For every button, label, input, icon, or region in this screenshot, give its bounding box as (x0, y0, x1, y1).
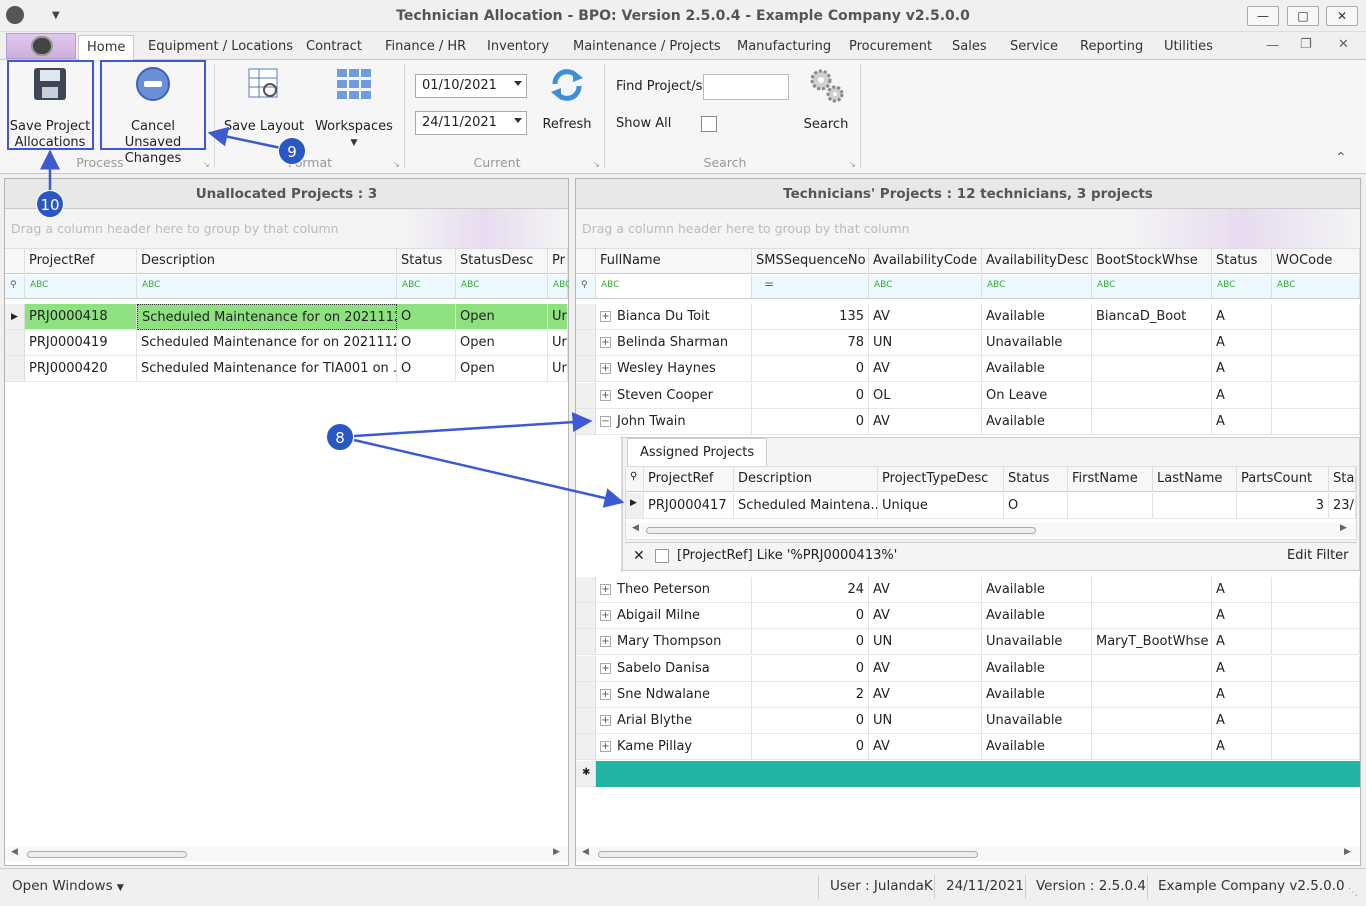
status-separator (1147, 875, 1148, 899)
callout-9: 9 (278, 137, 306, 165)
status-version: Version : 2.5.0.4 (1036, 878, 1147, 894)
status-date: 24/11/2021 (946, 878, 1024, 894)
annotation-arrows (40, 126, 625, 508)
callout-10: 10 (36, 190, 64, 218)
arrow-8-to-detail (353, 438, 625, 508)
open-windows-label: Open Windows (12, 878, 113, 894)
arrow-9 (207, 126, 282, 150)
status-separator (934, 875, 935, 899)
open-windows-menu[interactable]: Open Windows ▼ (12, 878, 124, 894)
status-separator (1025, 875, 1026, 899)
arrow-8-to-row (353, 412, 593, 438)
status-bar: Open Windows ▼ User : JulandaK 24/11/202… (0, 868, 1366, 906)
resize-grip-icon[interactable]: ⋱ (1348, 887, 1358, 898)
callout-8: 8 (326, 423, 354, 451)
status-user: User : JulandaK (830, 878, 933, 894)
chevron-down-icon: ▼ (116, 883, 124, 893)
status-separator (818, 875, 819, 899)
status-company: Example Company v2.5.0.0 (1158, 878, 1345, 894)
